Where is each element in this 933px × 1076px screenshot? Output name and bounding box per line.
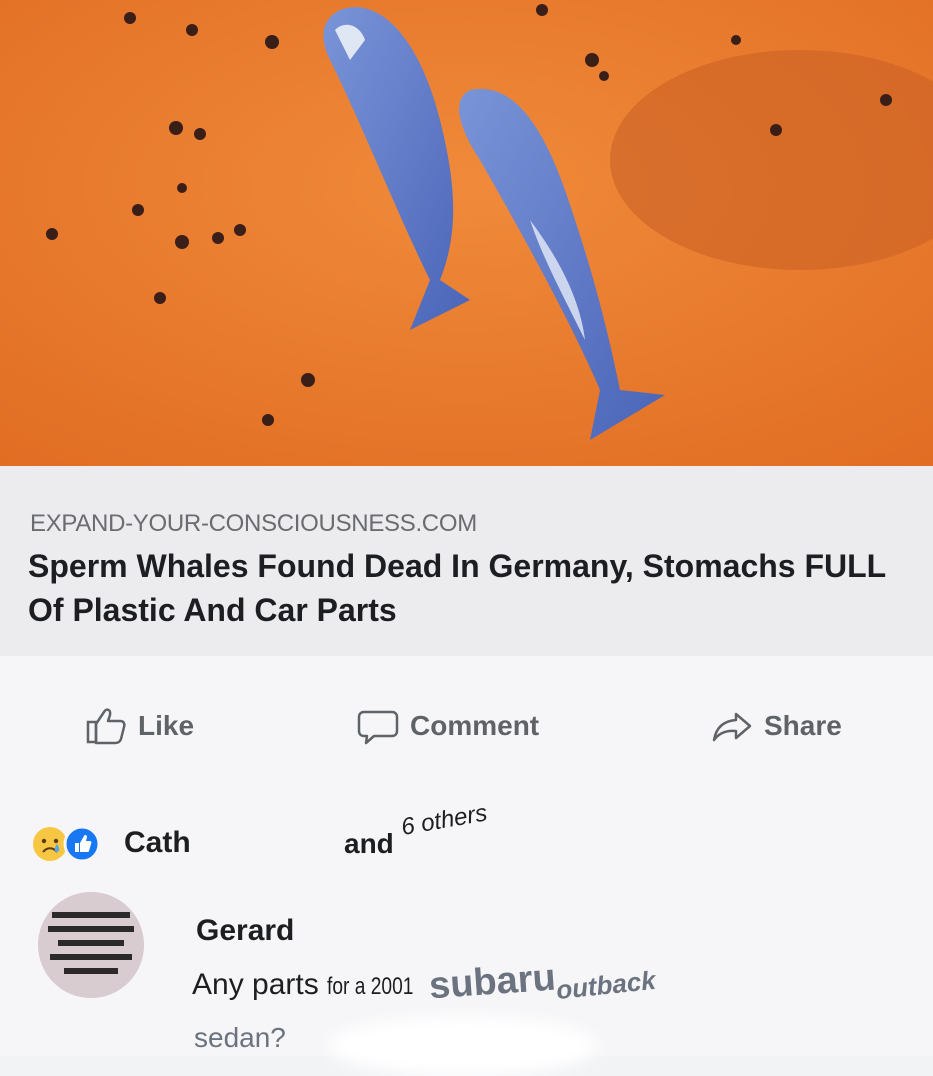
reactor-name[interactable]: Cath <box>124 826 191 860</box>
like-button[interactable]: Like <box>84 702 194 750</box>
post-image[interactable] <box>0 0 933 466</box>
reactions-others-count[interactable]: 6 others <box>399 799 489 842</box>
speech-bubble-icon <box>356 706 400 746</box>
share-arrow-icon <box>710 706 754 746</box>
beach-whales-image <box>0 0 933 466</box>
comment-author[interactable]: Gerard <box>196 914 294 948</box>
comment-text-part-2: for a 2001 <box>327 973 414 1000</box>
comment-text-part-4: outback <box>554 964 657 1006</box>
link-title[interactable]: Sperm Whales Found Dead In Germany, Stom… <box>28 544 908 632</box>
reactions-and-text: and <box>344 828 394 859</box>
comment-text-part-3: subaru <box>427 956 558 1008</box>
reactions-summary[interactable]: Cath and 6 others <box>0 799 933 886</box>
like-reaction-icon <box>63 825 101 863</box>
thumbs-up-icon <box>84 706 128 746</box>
comment-text-line-2: sedan? <box>194 1022 286 1053</box>
blur-patch <box>328 1016 598 1076</box>
avatar[interactable] <box>38 892 144 998</box>
comment-text: Any parts for a 2001 subaru outback <box>192 957 912 1008</box>
like-label: Like <box>138 710 195 741</box>
link-preview[interactable]: EXPAND-YOUR-CONSCIOUSNESS.COM Sperm Whal… <box>0 466 933 656</box>
comment-button[interactable]: Comment <box>356 702 539 750</box>
share-label: Share <box>764 710 842 741</box>
comment-text-part-1: Any parts <box>192 968 328 1001</box>
comment-label: Comment <box>410 710 540 741</box>
reaction-icons <box>30 824 120 864</box>
post-actions-bar: Like Comment Share <box>0 656 933 806</box>
link-domain: EXPAND-YOUR-CONSCIOUSNESS.COM <box>30 510 477 537</box>
sad-emoji-icon <box>33 827 67 861</box>
share-button[interactable]: Share <box>710 702 842 750</box>
